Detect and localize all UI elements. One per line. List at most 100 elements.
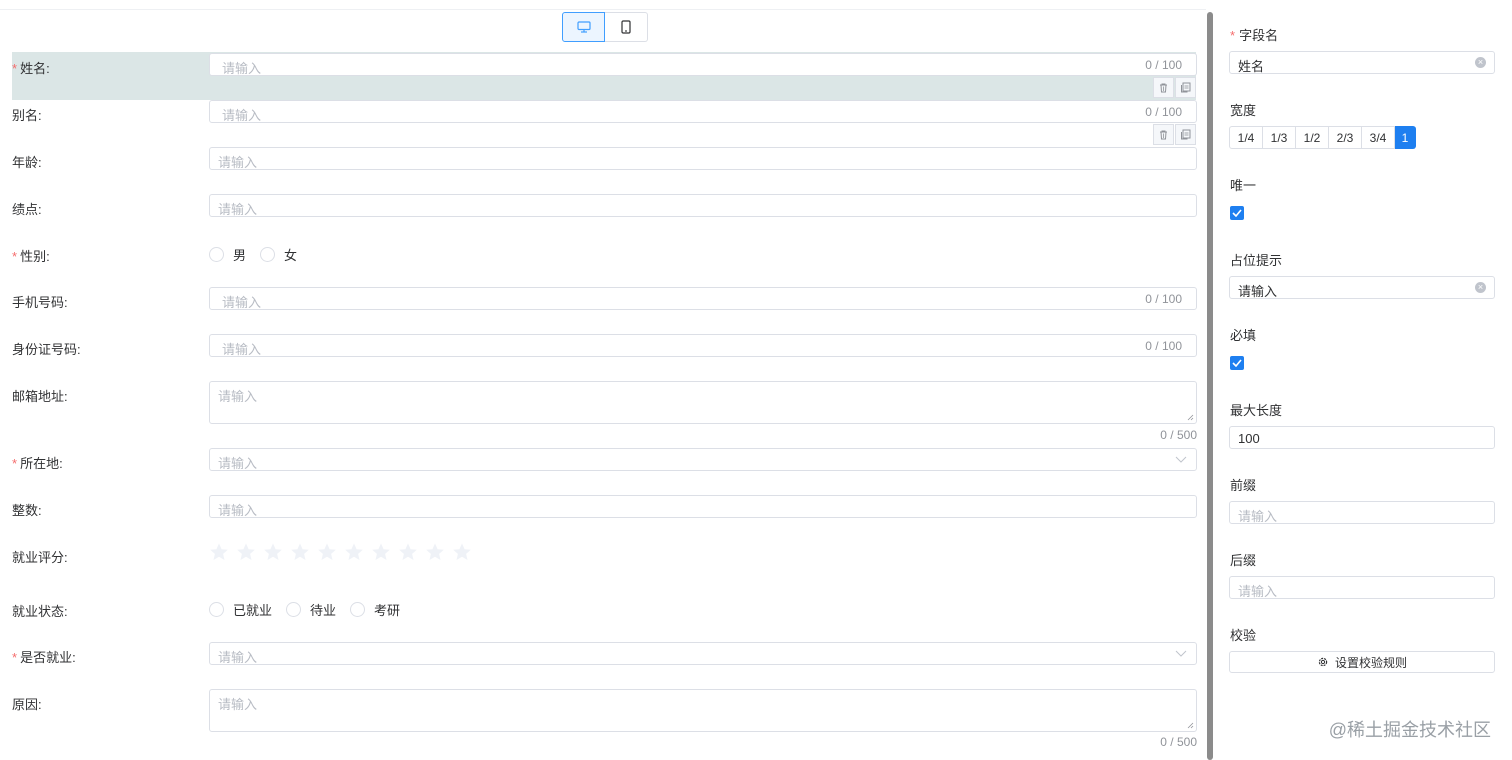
clear-icon[interactable]: × — [1475, 57, 1486, 68]
field-label: 身份证号码: — [12, 342, 81, 357]
field-label: 就业评分: — [12, 550, 68, 565]
name-input[interactable]: 请输入 0 / 100 — [209, 53, 1197, 76]
star-icon[interactable] — [236, 542, 256, 562]
form-row-employed[interactable]: * 是否就业: 请输入 — [0, 642, 1206, 666]
field-label: 就业状态: — [12, 604, 68, 619]
star-icon[interactable] — [371, 542, 391, 562]
form-row-reason[interactable]: 原因: 请输入 0 / 500 — [0, 689, 1206, 751]
radio-female[interactable]: 女 — [260, 245, 297, 264]
star-icon[interactable] — [290, 542, 310, 562]
email-textarea[interactable]: 请输入 — [209, 381, 1197, 424]
clear-icon[interactable]: × — [1475, 282, 1486, 293]
check-icon — [1232, 209, 1242, 217]
form-row-employment-status[interactable]: 就业状态: 已就业 待业 考研 — [0, 596, 1206, 620]
field-label: 别名: — [12, 108, 42, 123]
radio-circle[interactable] — [286, 602, 302, 617]
input-placeholder: 请输入 — [218, 503, 258, 518]
id-card-input[interactable]: 请输入 0 / 100 — [209, 334, 1197, 357]
width-option-full[interactable]: 1 — [1395, 126, 1416, 149]
width-option-1-3[interactable]: 1/3 — [1263, 126, 1296, 149]
form-row-name[interactable]: * 姓名: 请输入 0 / 100 — [0, 53, 1206, 101]
char-counter: 0 / 100 — [1145, 58, 1182, 72]
prefix-label: 前缀 — [1230, 478, 1257, 493]
width-option-1-4[interactable]: 1/4 — [1229, 126, 1263, 149]
width-option-3-4[interactable]: 3/4 — [1362, 126, 1395, 149]
field-label: * 是否就业: — [12, 650, 76, 665]
chevron-down-icon — [1175, 650, 1187, 657]
radio-postgrad[interactable]: 考研 — [350, 600, 400, 619]
copy-field-button[interactable] — [1175, 77, 1196, 98]
input-placeholder: 请输入 — [218, 650, 258, 665]
radio-unemployed[interactable]: 待业 — [286, 600, 336, 619]
mobile-view-button[interactable] — [605, 12, 648, 42]
phone-input[interactable]: 请输入 0 / 100 — [209, 287, 1197, 310]
location-select[interactable]: 请输入 — [209, 448, 1197, 471]
form-row-rating[interactable]: 就业评分: — [0, 542, 1206, 572]
radio-circle[interactable] — [350, 602, 366, 617]
suffix-input[interactable]: 请输入 — [1229, 576, 1495, 599]
radio-circle[interactable] — [260, 247, 276, 262]
star-icon[interactable] — [209, 542, 229, 562]
star-icon[interactable] — [317, 542, 337, 562]
form-row-age[interactable]: 年龄: 请输入 — [0, 147, 1206, 171]
resize-handle-icon[interactable] — [1187, 414, 1194, 421]
desktop-view-button[interactable] — [562, 12, 605, 42]
star-icon[interactable] — [398, 542, 418, 562]
field-name-input[interactable]: 姓名 × — [1229, 51, 1495, 74]
required-star: * — [1230, 28, 1236, 43]
star-icon[interactable] — [452, 542, 472, 562]
input-placeholder: 请输入 — [218, 697, 258, 712]
gpa-input[interactable]: 请输入 — [209, 194, 1197, 217]
prefix-input[interactable]: 请输入 — [1229, 501, 1495, 524]
trash-icon — [1160, 83, 1167, 93]
form-row-gender[interactable]: * 性别: 男 女 — [0, 241, 1206, 265]
integer-input[interactable]: 请输入 — [209, 495, 1197, 518]
radio-male[interactable]: 男 — [209, 245, 246, 264]
star-icon[interactable] — [425, 542, 445, 562]
width-button-group: 1/4 1/3 1/2 2/3 3/4 1 — [1229, 126, 1416, 149]
input-placeholder: 请输入 — [218, 456, 258, 471]
set-validation-rules-button[interactable]: 设置校验规则 — [1229, 651, 1495, 673]
star-rating[interactable] — [209, 542, 472, 562]
alias-input[interactable]: 请输入 0 / 100 — [209, 100, 1197, 123]
validation-label: 校验 — [1230, 628, 1257, 643]
property-panel: * 字段名 姓名 × 宽度 1/4 1/3 1/2 2/3 3/4 1 唯一 占位… — [1213, 0, 1512, 760]
max-length-input[interactable]: 100 — [1229, 426, 1495, 449]
form-row-phone[interactable]: 手机号码: 请输入 0 / 100 — [0, 287, 1206, 311]
radio-circle[interactable] — [209, 602, 224, 617]
resize-handle-icon[interactable] — [1187, 722, 1194, 729]
placeholder-label: 占位提示 — [1230, 253, 1283, 268]
device-switch — [562, 12, 648, 42]
form-row-gpa[interactable]: 绩点: 请输入 — [0, 194, 1206, 218]
reason-textarea[interactable]: 请输入 — [209, 689, 1197, 732]
field-label: * 性别: — [12, 249, 50, 264]
form-row-alias[interactable]: 别名: 请输入 0 / 100 — [0, 100, 1206, 148]
width-option-2-3[interactable]: 2/3 — [1329, 126, 1362, 149]
placeholder-input[interactable]: 请输入 × — [1229, 276, 1495, 299]
form-row-id-card[interactable]: 身份证号码: 请输入 0 / 100 — [0, 334, 1206, 358]
check-icon — [1232, 359, 1242, 367]
input-placeholder: 请输入 — [1238, 509, 1278, 524]
form-row-email[interactable]: 邮箱地址: 请输入 0 / 500 — [0, 381, 1206, 443]
max-length-label: 最大长度 — [1230, 403, 1283, 418]
star-icon[interactable] — [263, 542, 283, 562]
char-counter: 0 / 100 — [1145, 339, 1182, 353]
width-option-1-2[interactable]: 1/2 — [1296, 126, 1329, 149]
radio-circle[interactable] — [209, 247, 224, 262]
phone-icon — [621, 20, 631, 34]
employed-select[interactable]: 请输入 — [209, 642, 1197, 665]
delete-field-button[interactable] — [1153, 77, 1174, 98]
required-checkbox[interactable] — [1230, 356, 1244, 370]
star-icon[interactable] — [344, 542, 364, 562]
delete-field-button[interactable] — [1153, 124, 1174, 145]
field-label: 手机号码: — [12, 295, 68, 310]
age-input[interactable]: 请输入 — [209, 147, 1197, 170]
input-placeholder: 请输入 — [222, 295, 262, 310]
unique-checkbox[interactable] — [1230, 206, 1244, 220]
trash-icon — [1160, 130, 1167, 140]
copy-field-button[interactable] — [1175, 124, 1196, 145]
form-row-integer[interactable]: 整数: 请输入 — [0, 495, 1206, 519]
field-label: 整数: — [12, 503, 42, 518]
form-row-location[interactable]: * 所在地: 请输入 — [0, 448, 1206, 472]
radio-employed[interactable]: 已就业 — [209, 600, 272, 619]
